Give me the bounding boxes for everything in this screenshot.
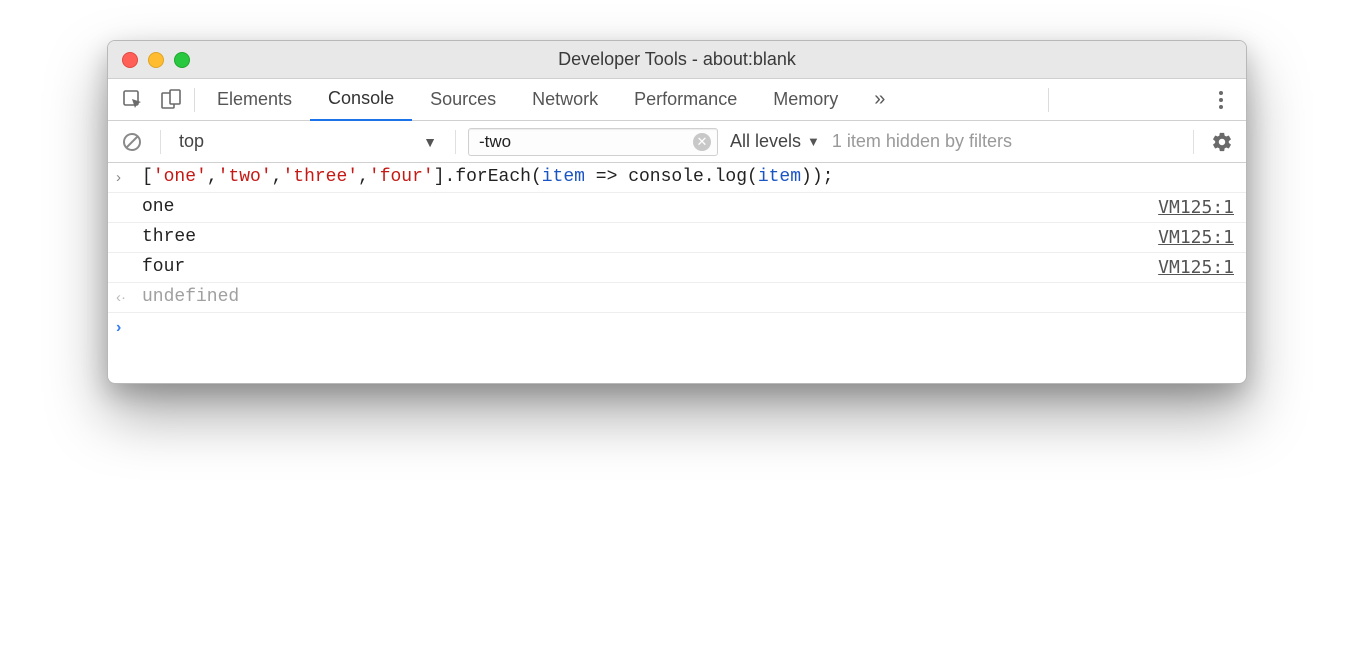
- tab-memory[interactable]: Memory: [755, 79, 856, 121]
- tab-network[interactable]: Network: [514, 79, 616, 121]
- separator: [455, 130, 456, 154]
- more-tabs-button[interactable]: »: [864, 88, 895, 111]
- traffic-lights: [108, 52, 190, 68]
- separator: [194, 88, 195, 112]
- device-toolbar-icon[interactable]: [155, 84, 187, 116]
- inspect-element-icon[interactable]: [117, 84, 149, 116]
- prompt-chevron-icon: ›: [116, 317, 142, 337]
- hidden-count-label: 1 item hidden by filters: [832, 131, 1012, 152]
- chevron-down-icon: ▼: [423, 134, 437, 150]
- log-text: four: [142, 257, 1158, 277]
- context-label: top: [179, 131, 204, 152]
- chevron-down-icon: ▼: [807, 134, 820, 149]
- tab-performance[interactable]: Performance: [616, 79, 755, 121]
- levels-label: All levels: [730, 131, 801, 152]
- separator: [1048, 88, 1049, 112]
- window-title: Developer Tools - about:blank: [108, 49, 1246, 70]
- source-link[interactable]: VM125:1: [1158, 227, 1234, 248]
- console-log-row: one VM125:1: [108, 193, 1246, 223]
- console-log-row: three VM125:1: [108, 223, 1246, 253]
- devtools-window: Developer Tools - about:blank Elements C…: [107, 40, 1247, 384]
- console-return-row: ‹· undefined: [108, 283, 1246, 313]
- log-levels-selector[interactable]: All levels ▼: [730, 131, 820, 152]
- source-link[interactable]: VM125:1: [1158, 197, 1234, 218]
- console-input-row[interactable]: › ['one','two','three','four'].forEach(i…: [108, 163, 1246, 193]
- console-code: ['one','two','three','four'].forEach(ite…: [142, 167, 1234, 187]
- tab-elements[interactable]: Elements: [199, 79, 310, 121]
- console-filter-bar: top ▼ -two ✕ All levels ▼ 1 item hidden …: [108, 121, 1246, 163]
- source-link[interactable]: VM125:1: [1158, 257, 1234, 278]
- close-window-button[interactable]: [122, 52, 138, 68]
- input-chevron-icon: ›: [116, 167, 142, 186]
- maximize-window-button[interactable]: [174, 52, 190, 68]
- return-value: undefined: [142, 287, 1234, 307]
- window-titlebar: Developer Tools - about:blank: [108, 41, 1246, 79]
- tab-console[interactable]: Console: [310, 79, 412, 121]
- execution-context-selector[interactable]: top ▼: [173, 131, 443, 152]
- log-text: one: [142, 197, 1158, 217]
- log-text: three: [142, 227, 1158, 247]
- separator: [1193, 130, 1194, 154]
- tab-sources[interactable]: Sources: [412, 79, 514, 121]
- devtools-tabbar: Elements Console Sources Network Perform…: [108, 79, 1246, 121]
- console-prompt-row[interactable]: ›: [108, 313, 1246, 343]
- console-log-row: four VM125:1: [108, 253, 1246, 283]
- gutter-empty: [116, 227, 142, 229]
- clear-filter-icon[interactable]: ✕: [693, 133, 711, 151]
- clear-console-icon[interactable]: [116, 126, 148, 158]
- console-settings-icon[interactable]: [1206, 126, 1238, 158]
- separator: [160, 130, 161, 154]
- gutter-empty: [116, 197, 142, 199]
- console-body: › ['one','two','three','four'].forEach(i…: [108, 163, 1246, 383]
- return-chevron-icon: ‹·: [116, 287, 142, 306]
- kebab-menu-icon[interactable]: [1205, 84, 1237, 116]
- filter-value: -two: [479, 132, 693, 152]
- gutter-empty: [116, 257, 142, 259]
- minimize-window-button[interactable]: [148, 52, 164, 68]
- filter-input[interactable]: -two ✕: [468, 128, 718, 156]
